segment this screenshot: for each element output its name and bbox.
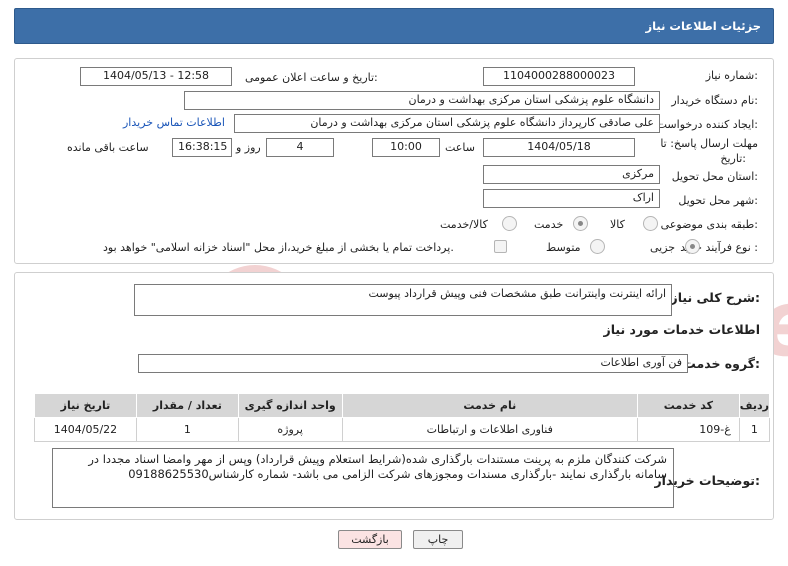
summary-field: ارائه اینترنت واینترانت طبق مشخصات فنی و… [134, 284, 672, 316]
deadline-date-label: تاریخ: [720, 152, 746, 165]
print-button[interactable]: چاپ [413, 530, 463, 549]
buyer-contact-link[interactable]: اطلاعات تماس خریدار [123, 116, 225, 129]
need-details-panel [14, 58, 774, 264]
back-button[interactable]: بازگشت [338, 530, 402, 549]
services-table: ردیف کد خدمت نام خدمت واحد اندازه گیری ت… [34, 393, 771, 442]
city-label: شهر محل تحویل: [678, 194, 758, 207]
treasury-payment-checkbox[interactable] [494, 240, 507, 253]
deadline-date-field: 1404/05/18 [483, 138, 635, 157]
days-label: روز و [236, 141, 261, 154]
deadline-time-label: ساعت [445, 141, 475, 154]
announce-datetime-field: 1404/05/13 - 12:58 [80, 67, 232, 86]
col-service-name: نام خدمت [341, 393, 638, 418]
cell-row: 1 [738, 417, 771, 442]
treasury-payment-note: پرداخت تمام یا بخشی از مبلغ خرید،از محل … [103, 241, 454, 254]
category-option-goods: کالا [610, 218, 625, 231]
service-group-label: گروه خدمت: [683, 356, 760, 371]
remaining-time-label: ساعت باقی مانده [67, 141, 149, 154]
services-section-title: اطلاعات خدمات مورد نیاز [603, 322, 761, 337]
buyer-notes-field: شرکت کنندگان ملزم به پرینت مستندات بارگذ… [52, 448, 674, 508]
purchase-type-option-medium: متوسط [546, 241, 581, 254]
purchase-type-radio-medium[interactable] [590, 239, 605, 254]
days-remaining-field: 4 [266, 138, 334, 157]
category-radio-goods-service[interactable] [502, 216, 517, 231]
page-header: جزئیات اطلاعات نیاز [14, 8, 774, 44]
category-radio-service[interactable] [573, 216, 588, 231]
table-header-row: ردیف کد خدمت نام خدمت واحد اندازه گیری ت… [34, 393, 771, 418]
purchase-type-radio-minor[interactable] [685, 239, 700, 254]
city-field: اراک [483, 189, 660, 208]
deadline-time-field: 10:00 [372, 138, 440, 157]
requester-label: ایجاد کننده درخواست: [656, 118, 758, 131]
need-number-label: شماره نیاز: [705, 69, 758, 82]
cell-unit: پروژه [237, 417, 343, 442]
province-field: مرکزی [483, 165, 660, 184]
requester-field: علی صادقی کارپرداز دانشگاه علوم پزشکی اس… [234, 114, 660, 133]
category-radio-goods[interactable] [643, 216, 658, 231]
buyer-org-label: نام دستگاه خریدار: [671, 94, 758, 107]
summary-label: شرح کلی نیاز: [670, 290, 761, 305]
cell-service-code: غ-109 [636, 417, 740, 442]
category-label: طبقه بندی موضوعی: [660, 218, 758, 231]
service-group-field: فن آوری اطلاعات [138, 354, 688, 373]
col-row: ردیف [738, 393, 771, 418]
col-unit: واحد اندازه گیری [237, 393, 343, 418]
table-row: 1 غ-109 فناوری اطلاعات و ارتباطات پروژه … [34, 417, 771, 442]
category-option-goods-service: کالا/خدمت [440, 218, 488, 231]
col-service-code: کد خدمت [636, 393, 740, 418]
page-title: جزئیات اطلاعات نیاز [645, 19, 761, 33]
col-need-date: تاریخ نیاز [34, 393, 137, 418]
category-option-service: خدمت [534, 218, 564, 231]
cell-need-date: 1404/05/22 [34, 417, 137, 442]
col-quantity: تعداد / مقدار [135, 393, 239, 418]
deadline-label: مهلت ارسال پاسخ: تا [660, 137, 758, 150]
remaining-time-field: 16:38:15 [172, 138, 232, 157]
province-label: استان محل تحویل: [671, 170, 758, 183]
announce-datetime-label: تاریخ و ساعت اعلان عمومی: [245, 71, 378, 84]
buyer-org-field: دانشگاه علوم پزشکی استان مرکزی بهداشت و … [184, 91, 660, 110]
cell-quantity: 1 [135, 417, 239, 442]
cell-service-name: فناوری اطلاعات و ارتباطات [341, 417, 638, 442]
need-number-field: 1104000288000023 [483, 67, 635, 86]
purchase-type-option-minor: جزیی [650, 241, 676, 254]
